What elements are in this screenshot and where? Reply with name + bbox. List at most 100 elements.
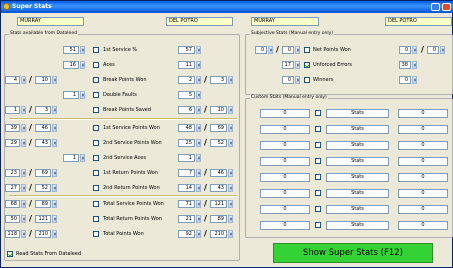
p1-spin-button[interactable]	[21, 124, 26, 132]
custom-right-value[interactable]: 0	[398, 189, 448, 198]
p2-total-spin-button[interactable]	[228, 124, 233, 132]
custom-stat-name[interactable]: Stats	[326, 189, 389, 198]
p2-total-spin-button[interactable]	[228, 215, 233, 223]
p1-stat-value[interactable]: 68	[5, 200, 20, 208]
p1-spin-button[interactable]	[21, 139, 26, 147]
custom-checkbox[interactable]	[315, 142, 321, 148]
p2-stat-value[interactable]: 7	[178, 169, 195, 177]
show-super-stats-button[interactable]: Show Super Stats (F12)	[273, 243, 433, 263]
p2-spin-button[interactable]	[196, 215, 201, 223]
stat-checkbox[interactable]	[93, 170, 99, 176]
custom-right-value[interactable]: 0	[398, 109, 448, 118]
p2-stat-total[interactable]: 46	[210, 169, 227, 177]
p1-total-spin-button[interactable]	[52, 230, 57, 238]
p2-subjective-value[interactable]: 38	[399, 61, 411, 69]
custom-checkbox[interactable]	[315, 126, 321, 132]
p2-stat-total[interactable]: 43	[210, 184, 227, 192]
stat-checkbox[interactable]	[93, 77, 99, 83]
player1-name-left[interactable]: MURRAY	[17, 17, 84, 26]
custom-stat-name[interactable]: Stats	[326, 141, 389, 150]
p2-stat-total[interactable]: 89	[210, 215, 227, 223]
custom-left-value[interactable]: 0	[260, 141, 310, 150]
p2-stat-value[interactable]: 5	[178, 91, 195, 99]
p1-spin-button[interactable]	[295, 76, 300, 84]
p2-total-spin-button[interactable]	[228, 106, 233, 114]
p1-subjective-value[interactable]: 0	[282, 76, 294, 84]
p2-total-spin-button[interactable]	[228, 184, 233, 192]
custom-left-value[interactable]: 0	[260, 221, 310, 230]
custom-left-value[interactable]: 0	[260, 157, 310, 166]
player2-name-right[interactable]: DEL POTRO	[385, 17, 452, 26]
p2-spin-button[interactable]	[196, 106, 201, 114]
p2-stat-value[interactable]: 71	[178, 200, 195, 208]
stat-checkbox[interactable]	[93, 92, 99, 98]
p1-subjective-value[interactable]: 17	[282, 61, 294, 69]
p2-stat-value[interactable]: 2	[178, 76, 195, 84]
p1-spin-button[interactable]	[21, 76, 26, 84]
p1-stat-value[interactable]: 118	[5, 230, 20, 238]
p2-subjective-value[interactable]: 0	[399, 46, 411, 54]
p1-spin-button[interactable]	[21, 106, 26, 114]
p1-subjective-total[interactable]: 0	[282, 46, 294, 54]
p1-stat-value[interactable]: 27	[5, 184, 20, 192]
stat-checkbox[interactable]	[93, 125, 99, 131]
p2-subjective-total[interactable]: 0	[427, 46, 439, 54]
stat-checkbox[interactable]	[93, 62, 99, 68]
subjective-checkbox[interactable]	[304, 77, 310, 83]
p1-spin-button[interactable]	[295, 61, 300, 69]
custom-left-value[interactable]: 0	[260, 109, 310, 118]
p2-spin-button[interactable]	[412, 76, 417, 84]
p2-spin-button[interactable]	[196, 124, 201, 132]
p1-total-spin-button[interactable]	[52, 184, 57, 192]
subjective-checkbox[interactable]	[304, 47, 310, 53]
p2-stat-value[interactable]: 14	[178, 184, 195, 192]
p2-stat-value[interactable]: 92	[178, 230, 195, 238]
stat-checkbox[interactable]	[93, 47, 99, 53]
custom-right-value[interactable]: 0	[398, 125, 448, 134]
close-icon[interactable]	[442, 3, 451, 11]
subjective-checkbox[interactable]	[304, 62, 310, 68]
p1-stat-value[interactable]: 1	[63, 154, 79, 162]
p2-stat-total[interactable]: 210	[210, 230, 227, 238]
custom-left-value[interactable]: 0	[260, 205, 310, 214]
custom-right-value[interactable]: 0	[398, 157, 448, 166]
custom-left-value[interactable]: 0	[260, 173, 310, 182]
stat-checkbox[interactable]	[93, 201, 99, 207]
p2-stat-value[interactable]: 57	[178, 46, 195, 54]
p1-stat-total[interactable]: 89	[35, 200, 51, 208]
p2-spin-button[interactable]	[196, 61, 201, 69]
p1-stat-value[interactable]: 50	[5, 215, 20, 223]
p1-total-spin-button[interactable]	[52, 169, 57, 177]
custom-checkbox[interactable]	[315, 174, 321, 180]
p2-total-spin-button[interactable]	[440, 46, 445, 54]
p2-subjective-value[interactable]: 0	[399, 76, 411, 84]
custom-stat-name[interactable]: Stats	[326, 125, 389, 134]
p2-stat-total[interactable]: 3	[210, 76, 227, 84]
p1-total-spin-button[interactable]	[295, 46, 300, 54]
custom-stat-name[interactable]: Stats	[326, 173, 389, 182]
p1-spin-button[interactable]	[80, 91, 85, 99]
custom-checkbox[interactable]	[315, 158, 321, 164]
p2-stat-total[interactable]: 52	[210, 139, 227, 147]
stat-checkbox[interactable]	[93, 185, 99, 191]
p1-stat-value[interactable]: 51	[63, 46, 79, 54]
p2-total-spin-button[interactable]	[228, 169, 233, 177]
p1-stat-value[interactable]: 39	[5, 124, 20, 132]
p2-total-spin-button[interactable]	[228, 139, 233, 147]
p2-spin-button[interactable]	[196, 184, 201, 192]
p1-stat-value[interactable]: 4	[5, 76, 20, 84]
p2-spin-button[interactable]	[412, 61, 417, 69]
p2-stat-total[interactable]: 10	[210, 106, 227, 114]
p1-stat-total[interactable]: 43	[35, 139, 51, 147]
custom-right-value[interactable]: 0	[398, 205, 448, 214]
p2-spin-button[interactable]	[196, 91, 201, 99]
p1-spin-button[interactable]	[80, 154, 85, 162]
read-stats-checkbox[interactable]	[7, 251, 13, 257]
p2-spin-button[interactable]	[196, 200, 201, 208]
custom-left-value[interactable]: 0	[260, 125, 310, 134]
p2-total-spin-button[interactable]	[228, 230, 233, 238]
p2-spin-button[interactable]	[196, 76, 201, 84]
p1-stat-total[interactable]: 210	[35, 230, 51, 238]
p1-total-spin-button[interactable]	[52, 215, 57, 223]
p1-stat-total[interactable]: 3	[35, 106, 51, 114]
